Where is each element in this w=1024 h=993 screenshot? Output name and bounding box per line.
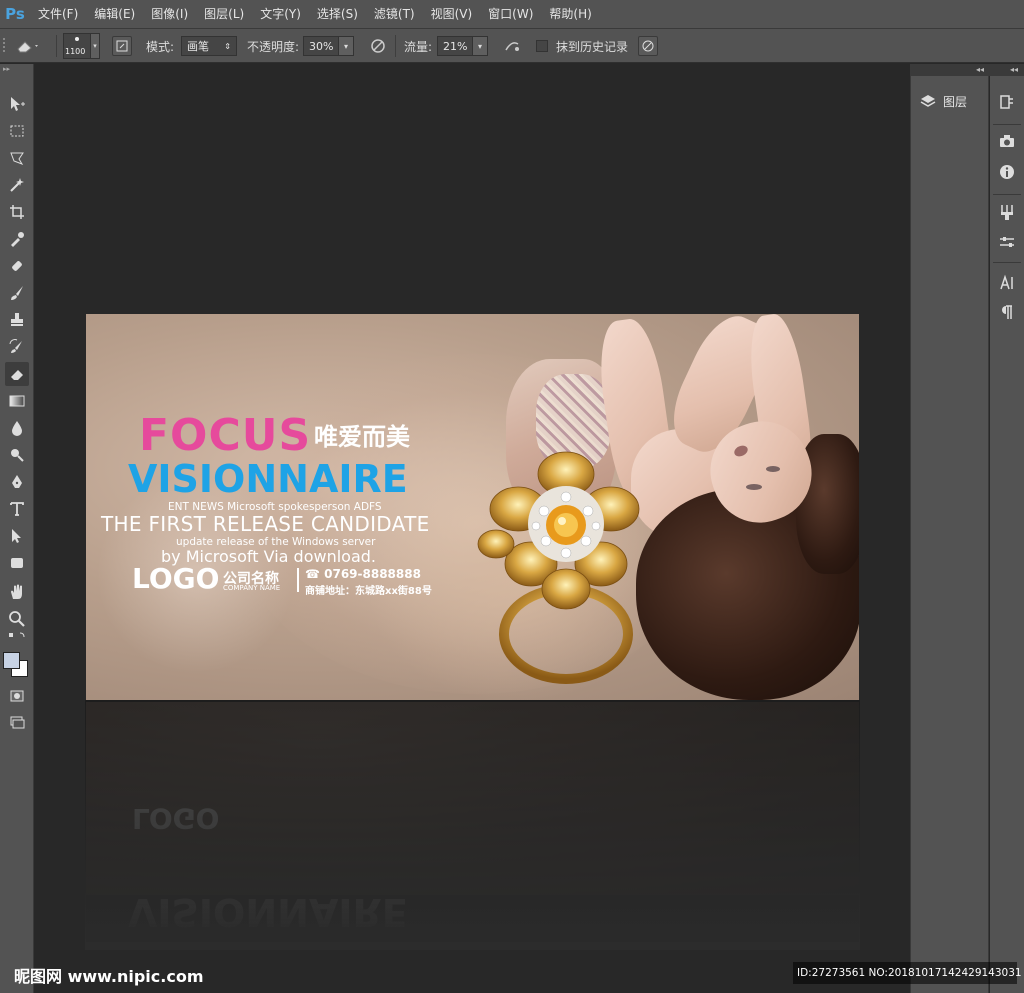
foreground-color-swatch[interactable] (3, 652, 20, 669)
move-tool-icon[interactable] (5, 92, 29, 116)
clone-stamp-tool-icon[interactable] (5, 308, 29, 332)
pen-tool-icon[interactable] (5, 470, 29, 494)
banner-reflection: LOGO VISIONNAIRE (86, 702, 859, 942)
flow-field[interactable]: 21% ▾ (437, 29, 488, 63)
logo-text: LOGO (132, 562, 220, 595)
menu-type[interactable]: 文字(Y) (252, 0, 309, 29)
menu-image[interactable]: 图像(I) (143, 0, 196, 29)
opacity-label: 不透明度: (247, 39, 300, 54)
flow-label: 流量: (404, 39, 433, 54)
opacity-value[interactable]: 30% (303, 36, 339, 56)
screen-mode-icon[interactable] (5, 711, 29, 735)
release-line: THE FIRST RELEASE CANDIDATE (101, 512, 430, 536)
focus-headline: FOCUS (139, 410, 312, 461)
mode-label: 模式: (146, 39, 175, 54)
chinese-title: 唯爱而美 (314, 423, 410, 451)
flow-value[interactable]: 21% (437, 36, 473, 56)
paragraph-panel-icon[interactable] (990, 298, 1024, 326)
layers-panel-tab[interactable]: 图层 (919, 90, 967, 112)
menu-file[interactable]: 文件(F) (30, 0, 86, 29)
brush-panel-button[interactable] (112, 29, 132, 63)
brush-presets-panel-icon[interactable] (990, 198, 1024, 226)
mode-select[interactable]: 画笔 ⇕ (181, 29, 237, 63)
opacity-dropdown-icon[interactable]: ▾ (339, 36, 354, 56)
airbrush-icon[interactable] (502, 29, 522, 63)
panel-dock: 图层 (910, 76, 989, 993)
quick-mask-icon[interactable] (5, 684, 29, 708)
crop-tool-icon[interactable] (5, 200, 29, 224)
rectangle-tool-icon[interactable] (5, 551, 29, 575)
company-name-en: COMPANY NAME (223, 584, 281, 592)
menu-edit[interactable]: 编辑(E) (86, 0, 143, 29)
dock-header-bar: ◂◂ ◂◂ (910, 64, 1024, 76)
gold-ring (466, 449, 656, 689)
photoshop-logo: Ps (5, 5, 25, 23)
info-panel-icon[interactable] (990, 158, 1024, 186)
eyedropper-tool-icon[interactable] (5, 227, 29, 251)
panel-icon-strip (990, 76, 1024, 993)
brush-size-picker[interactable]: 1100 ▾ (63, 29, 100, 63)
erase-history-label: 抹到历史记录 (556, 39, 629, 54)
character-panel-icon[interactable] (990, 269, 1024, 297)
gradient-tool-icon[interactable] (5, 389, 29, 413)
tools-panel: ▸▸ (0, 64, 34, 993)
brush-tool-icon[interactable] (5, 281, 29, 305)
dodge-tool-icon[interactable] (5, 443, 29, 467)
adjustments-panel-icon[interactable] (990, 228, 1024, 256)
menu-layer[interactable]: 图层(L) (196, 0, 252, 29)
swap-colors-icon[interactable] (5, 630, 29, 644)
menu-filter[interactable]: 滤镜(T) (366, 0, 423, 29)
menu-help[interactable]: 帮助(H) (541, 0, 599, 29)
collapse-panel-icon[interactable]: ◂◂ (976, 65, 984, 74)
marquee-tool-icon[interactable] (5, 119, 29, 143)
collapse-dock-icon[interactable]: ◂◂ (1010, 65, 1018, 74)
brush-size-value: 1100 (65, 47, 86, 56)
menu-view[interactable]: 视图(V) (423, 0, 481, 29)
visionnaire-headline: VISIONNAIRE (128, 457, 408, 501)
eraser-preset-icon[interactable] (14, 29, 40, 63)
mode-value: 画笔 (187, 40, 209, 53)
menu-bar: Ps 文件(F) 编辑(E) 图像(I) 图层(L) 文字(Y) 选择(S) 滤… (0, 0, 1024, 29)
magic-wand-tool-icon[interactable] (5, 173, 29, 197)
menu-window[interactable]: 窗口(W) (480, 0, 541, 29)
history-brush-tool-icon[interactable] (5, 335, 29, 359)
flow-dropdown-icon[interactable]: ▾ (473, 36, 488, 56)
phone-number: ☎ 0769-8888888 (305, 567, 421, 581)
healing-brush-tool-icon[interactable] (5, 254, 29, 278)
hand-tool-icon[interactable] (5, 580, 29, 604)
lasso-tool-icon[interactable] (5, 146, 29, 170)
erase-history-checkbox[interactable] (536, 29, 548, 63)
site-watermark: 昵图网 www.nipic.com (14, 967, 204, 986)
path-selection-tool-icon[interactable] (5, 524, 29, 548)
pressure-opacity-button[interactable] (368, 29, 388, 63)
zoom-tool-icon[interactable] (5, 607, 29, 631)
options-grip (2, 29, 8, 63)
toolbar-collapse-icon[interactable]: ▸▸ (0, 64, 33, 74)
options-bar: 1100 ▾ 模式: 画笔 ⇕ 不透明度: 30% ▾ 流量: 21% ▾ 抹到历… (0, 29, 1024, 63)
type-tool-icon[interactable] (5, 497, 29, 521)
logo-divider (297, 568, 299, 592)
image-id-watermark: ID:27273561 NO:20181017142429143031 (793, 962, 1022, 984)
layers-icon (920, 95, 936, 107)
navigator-panel-icon[interactable] (990, 128, 1024, 156)
blur-tool-icon[interactable] (5, 416, 29, 440)
eraser-tool-icon[interactable] (5, 362, 29, 386)
history-panel-icon[interactable] (990, 88, 1024, 116)
pressure-size-button[interactable] (638, 29, 658, 63)
opacity-field[interactable]: 30% ▾ (303, 29, 354, 63)
shop-address: 商铺地址：东城路xx街88号 (305, 586, 432, 597)
document-canvas[interactable]: FOCUS 唯爱而美 VISIONNAIRE ENT NEWS Microsof… (86, 314, 859, 700)
layers-panel-label: 图层 (943, 94, 968, 109)
menu-select[interactable]: 选择(S) (309, 0, 366, 29)
